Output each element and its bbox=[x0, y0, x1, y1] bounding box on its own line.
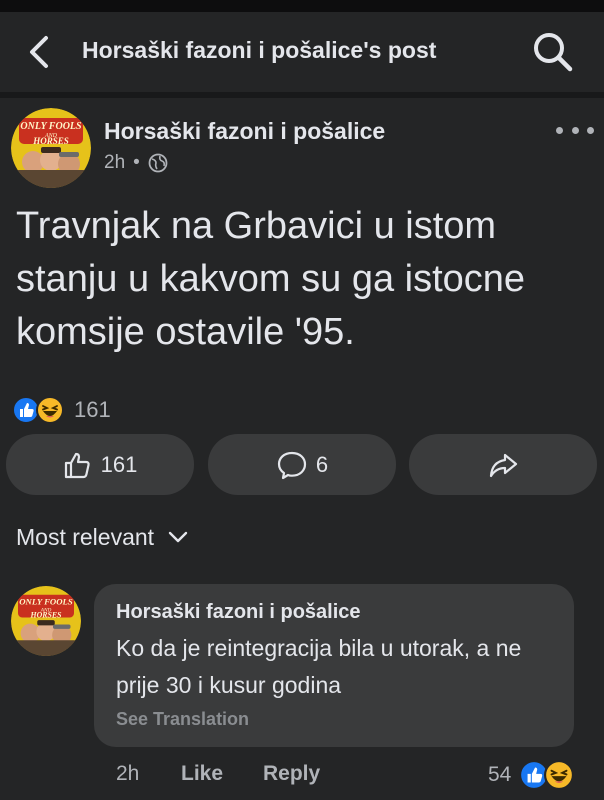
like-count: 161 bbox=[100, 451, 138, 477]
header: Horsaški fazoni i pošalice's post bbox=[0, 12, 604, 92]
more-dots-icon bbox=[587, 126, 594, 134]
reaction-count: 161 bbox=[74, 397, 111, 422]
search-button[interactable] bbox=[530, 29, 574, 73]
globe-icon bbox=[148, 153, 168, 173]
post-author-avatar[interactable]: ONLY FOOLS AND HORSES bbox=[11, 108, 91, 188]
see-translation-link[interactable]: See Translation bbox=[116, 709, 249, 730]
comment-author-avatar[interactable]: ONLY FOOLS AND HORSES bbox=[11, 586, 81, 656]
comment-author-name[interactable]: Horsaški fazoni i pošalice bbox=[116, 601, 361, 624]
back-button[interactable] bbox=[22, 32, 62, 72]
haha-reaction-icon bbox=[544, 760, 575, 790]
search-icon bbox=[534, 33, 573, 72]
svg-text:ONLY FOOLS: ONLY FOOLS bbox=[19, 596, 73, 606]
haha-reaction-icon bbox=[36, 396, 64, 424]
comment-reply-button[interactable]: Reply bbox=[263, 762, 320, 786]
comment-like-button[interactable]: Like bbox=[181, 762, 263, 786]
comment-button[interactable]: 6 bbox=[208, 434, 396, 495]
more-options-button[interactable] bbox=[556, 120, 594, 140]
back-arrow-icon bbox=[30, 36, 48, 68]
share-button[interactable] bbox=[409, 434, 597, 495]
post-meta: 2h • bbox=[104, 150, 168, 176]
comment-reaction-count: 54 bbox=[488, 763, 512, 786]
comment-count: 6 bbox=[315, 451, 329, 477]
comment-reactions[interactable]: 54 bbox=[488, 760, 575, 790]
page-logo-image: ONLY FOOLS AND HORSES bbox=[11, 108, 91, 188]
status-bar bbox=[0, 0, 604, 12]
share-icon bbox=[489, 453, 518, 477]
more-dots-icon bbox=[571, 126, 579, 134]
svg-text:ONLY FOOLS: ONLY FOOLS bbox=[20, 121, 82, 132]
header-title: Horsaški fazoni i pošalice's post bbox=[82, 37, 437, 63]
comment-bubble[interactable]: Horsaški fazoni i pošalice Ko da je rein… bbox=[94, 584, 574, 747]
comment-text: Ko da je reintegracija bila u utorak, a … bbox=[116, 635, 522, 698]
header-divider bbox=[0, 92, 604, 98]
svg-text:HORSES: HORSES bbox=[32, 136, 69, 146]
thumbs-up-icon bbox=[64, 452, 90, 478]
chevron-down-icon bbox=[168, 531, 188, 543]
more-dots-icon bbox=[556, 126, 563, 134]
svg-text:HORSES: HORSES bbox=[29, 611, 62, 620]
comment-actions: 2h Like Reply bbox=[116, 760, 320, 788]
comment-icon bbox=[277, 451, 306, 479]
post-time[interactable]: 2h bbox=[104, 152, 125, 174]
sort-label: Most relevant bbox=[16, 523, 155, 550]
meta-separator: • bbox=[133, 152, 140, 173]
page-logo-image: ONLY FOOLS AND HORSES bbox=[11, 586, 81, 656]
post-author-name[interactable]: Horsaški fazoni i pošalice bbox=[104, 118, 385, 145]
post-text: Travnjak na Grbavici u istom stanju u ka… bbox=[16, 205, 526, 353]
like-button[interactable]: 161 bbox=[6, 434, 194, 495]
comment-time: 2h bbox=[116, 762, 140, 785]
reaction-summary[interactable]: 161 bbox=[12, 396, 111, 424]
comment-sort-dropdown[interactable]: Most relevant bbox=[16, 522, 190, 552]
